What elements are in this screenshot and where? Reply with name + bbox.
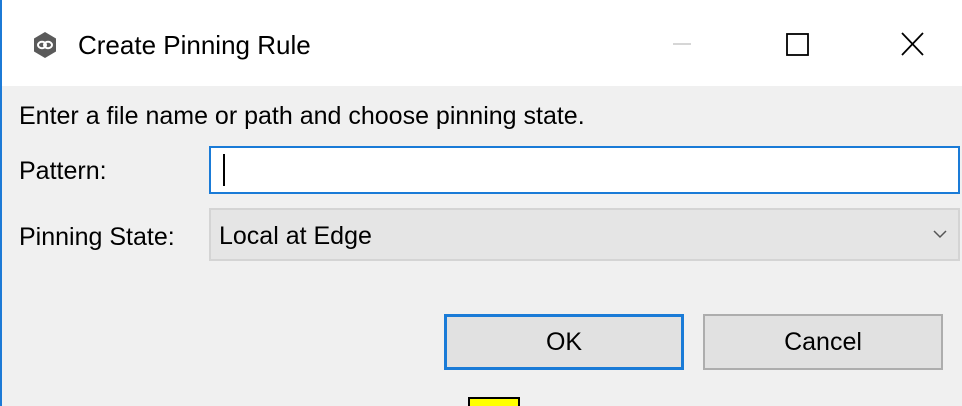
minimize-icon bbox=[673, 43, 691, 45]
minimize-button[interactable] bbox=[652, 24, 712, 66]
maximize-button[interactable] bbox=[767, 24, 827, 66]
instruction-text: Enter a file name or path and choose pin… bbox=[19, 102, 585, 130]
cancel-button[interactable]: Cancel bbox=[703, 314, 943, 370]
chevron-down-icon bbox=[933, 230, 947, 239]
title-bar[interactable]: Create Pinning Rule bbox=[2, 0, 962, 86]
pinning-state-selected-value: Local at Edge bbox=[219, 222, 372, 250]
app-logo-icon bbox=[34, 32, 56, 58]
highlight-marker bbox=[468, 397, 520, 406]
pattern-input[interactable] bbox=[209, 146, 960, 194]
maximize-icon bbox=[786, 33, 809, 56]
window-title: Create Pinning Rule bbox=[78, 30, 311, 60]
text-caret bbox=[223, 154, 225, 186]
ok-button[interactable]: OK bbox=[444, 314, 684, 370]
pinning-state-label: Pinning State: bbox=[19, 223, 175, 251]
close-button[interactable] bbox=[882, 24, 942, 66]
create-pinning-rule-dialog: Create Pinning Rule Enter a file name or… bbox=[0, 0, 962, 406]
close-icon bbox=[901, 32, 924, 56]
pinning-state-dropdown[interactable]: Local at Edge bbox=[209, 208, 960, 261]
pattern-label: Pattern: bbox=[19, 157, 107, 185]
